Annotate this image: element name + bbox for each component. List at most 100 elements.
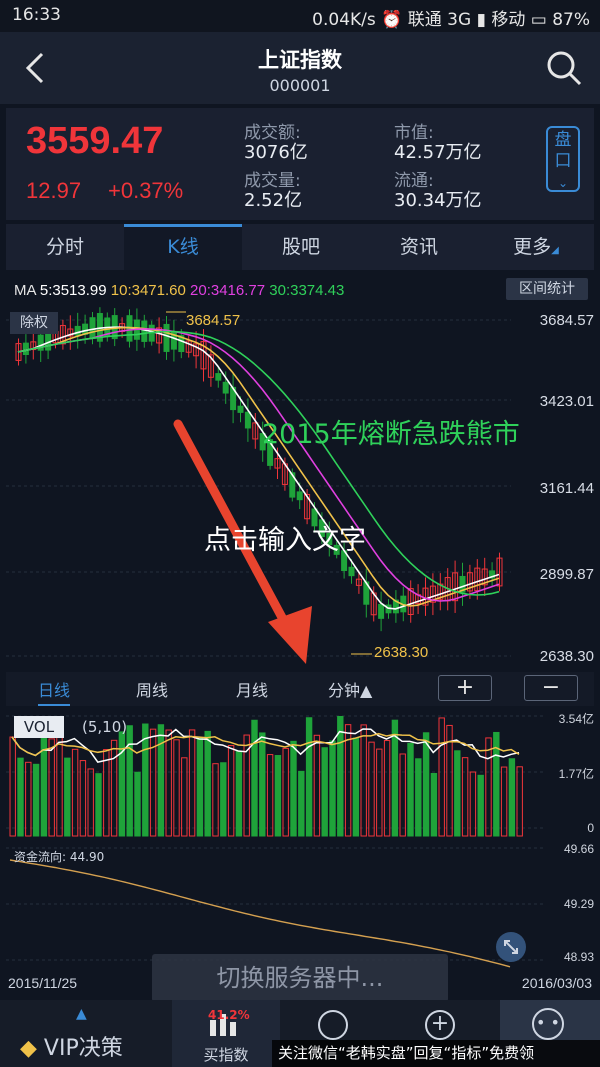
search-icon[interactable] (544, 48, 584, 88)
flow-tick: 49.66 (563, 842, 594, 856)
volume-bar (142, 723, 149, 837)
candle (141, 320, 148, 342)
candle (244, 411, 251, 429)
volume-bar (227, 745, 235, 837)
low-price-label: 2638.30 (374, 644, 429, 661)
carrier-1: 联通 3G (407, 10, 472, 30)
volume-bar (477, 774, 484, 837)
chevron-up-icon: ▲ (76, 1006, 87, 1022)
volume-bar (407, 742, 414, 837)
volume-bar (95, 773, 102, 837)
volume-bar (25, 761, 32, 837)
volume-bar (376, 748, 383, 837)
turnover-value: 3076亿 (244, 142, 308, 163)
alarm-icon: ⏰ (381, 10, 408, 30)
status-speed: 0.04K/s (312, 10, 376, 30)
y-tick: 2638.30 (539, 648, 594, 665)
tab-timeshare[interactable]: 分时 (6, 224, 124, 270)
buy-index-label: 买指数 (203, 1046, 249, 1064)
chat-icon: • • (532, 1008, 564, 1040)
y-tick: 3423.01 (539, 393, 594, 410)
tab-more-label: 更多 (513, 236, 552, 258)
candle (378, 603, 385, 619)
tab-more[interactable]: 更多◢ (478, 224, 594, 270)
tab-kline[interactable]: K线 (124, 224, 242, 270)
status-right: 0.04K/s ⏰ 联通 3G ▮ 移动 ▭ 87% (312, 5, 590, 30)
tab-news[interactable]: 资讯 (360, 224, 478, 270)
volume-bar (173, 739, 180, 837)
candle (237, 405, 244, 413)
volume-bar (266, 754, 274, 837)
candle (348, 566, 355, 577)
kline-grid (6, 319, 511, 657)
ex-rights-button[interactable]: 除权 (10, 312, 58, 334)
plus-circle-icon: + (425, 1010, 455, 1040)
flow-tick: 49.29 (563, 897, 594, 911)
volume-bar (344, 724, 352, 837)
candle (296, 491, 303, 501)
zoom-in-button[interactable]: + (438, 675, 492, 701)
kline-chart[interactable] (6, 272, 594, 670)
vol-label: VOL (14, 716, 64, 738)
volume-bar (461, 757, 469, 837)
period-minute[interactable]: 分钟▲ (328, 677, 372, 701)
nav-buy-index[interactable]: 41.2% 买指数 (172, 1000, 280, 1067)
period-day[interactable]: 日线 (38, 677, 71, 706)
period-month[interactable]: 月线 (236, 677, 268, 701)
y-tick: 3684.57 (539, 312, 594, 329)
volume-bar (500, 766, 508, 837)
period-week[interactable]: 周线 (136, 677, 168, 701)
volume-bar (298, 770, 305, 837)
fund-flow-curve (9, 859, 511, 968)
status-time: 16:33 (12, 5, 61, 25)
volume-bar (274, 755, 282, 837)
vol-tick: 1.77亿 (558, 767, 594, 781)
arrow-head (268, 606, 312, 664)
volume-bar (438, 717, 445, 837)
volume-bar (149, 728, 157, 837)
ma5-value: 5:3513.99 (39, 282, 107, 299)
volume-bar (48, 738, 55, 837)
volume-bar (212, 763, 219, 837)
volume-bar (368, 741, 375, 837)
volume-bar (64, 757, 71, 837)
volume-bar (485, 737, 492, 837)
candle (163, 323, 170, 352)
app-header: 上证指数 000001 (0, 32, 600, 104)
volume-bar (383, 740, 391, 837)
price-change: 12.97 (26, 178, 82, 203)
volume-bar (188, 729, 196, 837)
vip-label: VIP决策 (43, 1036, 123, 1061)
buy-index-badge: 41.2% (208, 1008, 250, 1022)
volume-bar (196, 737, 204, 837)
watermark-banner: 关注微信“老韩实盘”回复“指标”免费领 (272, 1040, 600, 1067)
volume-bar (40, 727, 48, 837)
expand-icon[interactable] (496, 932, 526, 962)
y-tick: 2899.87 (539, 566, 594, 583)
volume-bar (352, 737, 360, 837)
volume-bar (251, 719, 258, 837)
text-input-prompt[interactable]: 点击输入文字 (204, 518, 366, 557)
peak-price-label: 3684.57 (186, 312, 241, 329)
vip-entry[interactable]: ◆ VIP决策 (20, 1030, 123, 1062)
page-title: 上证指数 (258, 48, 342, 72)
volume-bar (454, 750, 461, 837)
date-start: 2015/11/25 (8, 975, 78, 991)
tab-forum[interactable]: 股吧 (242, 224, 360, 270)
volume-bar (516, 766, 523, 837)
interval-stats-button[interactable]: 区间统计 (506, 278, 588, 300)
market-cap-value: 42.57万亿 (394, 142, 482, 163)
zoom-out-button[interactable]: − (524, 675, 578, 701)
corner-triangle-icon: ◢ (551, 245, 559, 256)
volume-bar (103, 749, 110, 837)
pankou-button[interactable]: 盘口 ⌄ (546, 126, 580, 192)
battery-level: 87% (552, 10, 590, 30)
ma10-value: 10:3471.60 (110, 282, 186, 299)
volume-bar (469, 771, 477, 837)
volume-bar (181, 757, 188, 837)
tab-bar: 分时 K线 股吧 资讯 更多◢ (6, 224, 594, 270)
ma-legend: MA 5:3513.99 10:3471.60 20:3416.77 30:33… (14, 282, 344, 299)
candle (222, 381, 229, 394)
chart-annotation: 2015年熔断急跌熊市 (262, 419, 520, 450)
volume-bar (32, 763, 40, 837)
